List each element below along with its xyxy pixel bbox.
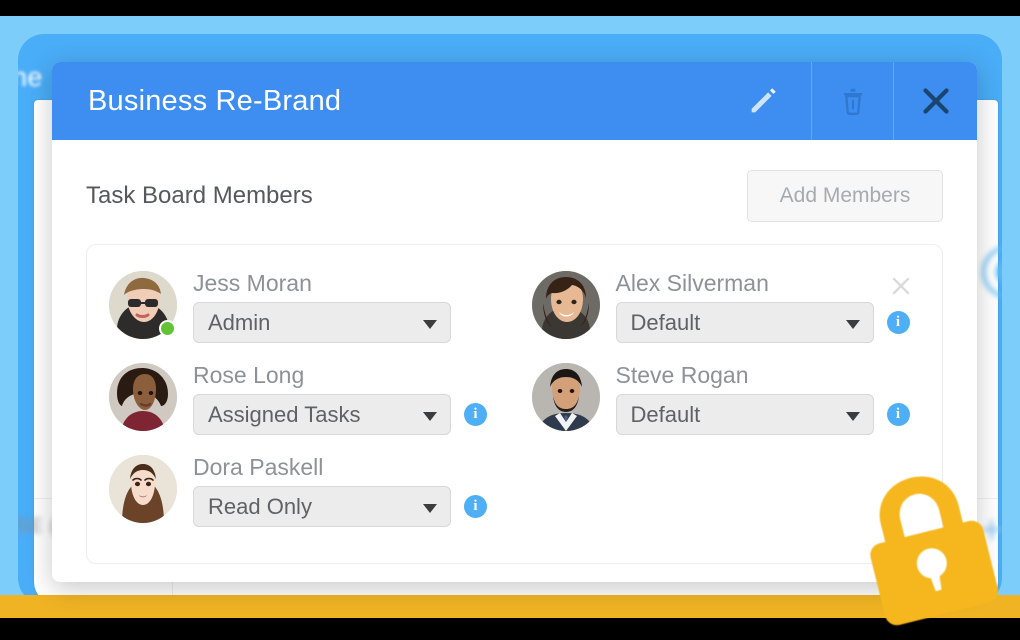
close-icon (892, 277, 910, 295)
member-info: Alex Silverman Default i (615, 270, 921, 344)
close-icon (918, 83, 954, 119)
pencil-icon (746, 84, 780, 118)
role-select-value: Admin (208, 309, 271, 335)
avatar (109, 455, 177, 523)
letterbox-top (0, 0, 1020, 16)
member-row: Steve Rogan Default i (531, 355, 921, 447)
section-title: Task Board Members (86, 182, 313, 209)
chevron-down-icon (845, 319, 860, 329)
info-icon[interactable]: i (886, 311, 910, 335)
status-dot-online (159, 320, 176, 337)
letterbox-bottom (0, 618, 1020, 640)
background-app-title: ne (18, 62, 43, 92)
avatar (531, 271, 600, 339)
chevron-down-icon (423, 503, 437, 513)
avatar-image (531, 271, 600, 339)
add-members-button[interactable]: Add Members (747, 170, 943, 222)
info-icon[interactable]: i (464, 403, 487, 427)
role-select[interactable]: Assigned Tasks (193, 394, 451, 436)
member-row: Alex Silverman Default i (531, 263, 921, 355)
info-icon[interactable]: i (886, 403, 910, 427)
modal-header: Business Re-Brand (52, 62, 977, 140)
info-icon[interactable]: i (464, 495, 487, 519)
members-grid: Jess Moran Admin i (109, 263, 920, 539)
member-name: Dora Paskell (193, 454, 324, 480)
member-info: Dora Paskell Read Only i (193, 454, 498, 528)
member-name: Alex Silverman (615, 270, 769, 296)
trash-icon (838, 85, 868, 117)
chevron-down-icon (423, 319, 437, 329)
member-row: Dora Paskell Read Only i (109, 447, 498, 539)
modal-body: Task Board Members Add Members Jess Mora… (52, 140, 977, 564)
screen: ne + SE ( Business Re-Brand Task Board M… (0, 0, 1020, 640)
member-info: Jess Moran Admin i (193, 270, 498, 344)
background-plus-icon: + (980, 508, 1002, 552)
members-section-header: Task Board Members Add Members (86, 170, 943, 222)
background-circle-icon (982, 246, 1002, 298)
members-panel: Jess Moran Admin i (86, 244, 943, 564)
role-select[interactable]: Admin (193, 302, 451, 344)
avatar-image (109, 363, 177, 431)
edit-button[interactable] (715, 62, 811, 140)
delete-button[interactable] (811, 62, 894, 140)
role-select[interactable]: Read Only (193, 486, 451, 528)
member-info: Steve Rogan Default i (615, 362, 921, 436)
member-row: Jess Moran Admin i (109, 263, 498, 355)
avatar-image (531, 363, 600, 431)
task-board-modal: Business Re-Brand Task Board Members Add… (52, 62, 977, 582)
remove-member-button[interactable] (888, 273, 914, 299)
member-controls: Admin i (193, 302, 498, 344)
member-controls: Assigned Tasks i (193, 394, 498, 436)
avatar (109, 363, 177, 431)
member-name: Steve Rogan (615, 362, 749, 388)
member-row: Rose Long Assigned Tasks i (109, 355, 498, 447)
member-name: Jess Moran (193, 270, 312, 296)
chevron-down-icon (423, 411, 437, 421)
bottom-accent-bar (0, 595, 1020, 618)
avatar (531, 363, 600, 431)
avatar (109, 271, 177, 339)
close-button[interactable] (894, 62, 977, 140)
role-select-value: Default (630, 309, 701, 335)
member-name: Rose Long (193, 362, 305, 388)
avatar-image (109, 455, 177, 523)
role-select-value: Assigned Tasks (208, 401, 361, 427)
member-controls: Read Only i (193, 486, 498, 528)
role-select-value: Default (630, 401, 701, 427)
role-select[interactable]: Default (615, 394, 874, 436)
chevron-down-icon (845, 411, 860, 421)
page-title: Business Re-Brand (88, 84, 342, 117)
member-controls: Default i (615, 394, 921, 436)
role-select[interactable]: Default (615, 302, 874, 344)
member-controls: Default i (615, 302, 921, 344)
role-select-value: Read Only (208, 493, 312, 519)
member-info: Rose Long Assigned Tasks i (193, 362, 498, 436)
